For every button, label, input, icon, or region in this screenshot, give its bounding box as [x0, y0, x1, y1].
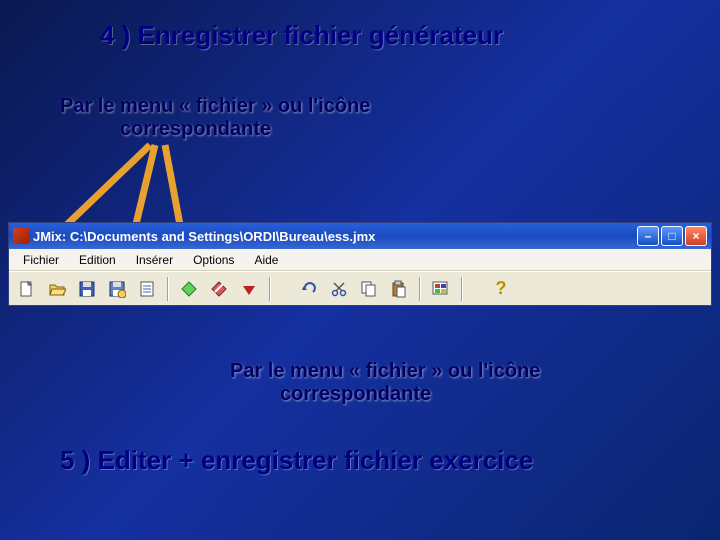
- step-5-text: 5 ) Editer + enregistrer fichier exercic…: [60, 445, 533, 476]
- edit-question-button[interactable]: [205, 275, 233, 303]
- toolbar-separator: [461, 277, 463, 301]
- paste-button[interactable]: [385, 275, 413, 303]
- close-button[interactable]: ×: [685, 226, 707, 246]
- toolbar-separator: [419, 277, 421, 301]
- menu-fichier[interactable]: Fichier: [13, 251, 69, 269]
- floppy-save-as-icon: [108, 280, 126, 298]
- scissors-icon: [330, 280, 348, 298]
- preview-button[interactable]: [427, 275, 455, 303]
- floppy-save-icon: [78, 280, 96, 298]
- cut-button[interactable]: [325, 275, 353, 303]
- new-file-button[interactable]: [13, 275, 41, 303]
- slide-title: 4 ) Enregistrer fichier générateur: [100, 20, 503, 51]
- caption-top: Par le menu « fichier » ou l'icône corre…: [60, 95, 460, 141]
- down-arrow-icon: [240, 280, 258, 298]
- caption-top-line2: correspondante: [120, 118, 460, 141]
- help-button[interactable]: ?: [487, 275, 515, 303]
- export-text-button[interactable]: [133, 275, 161, 303]
- down-arrow-button[interactable]: [235, 275, 263, 303]
- add-question-button[interactable]: [175, 275, 203, 303]
- app-icon: [13, 228, 29, 244]
- page-text-icon: [138, 280, 156, 298]
- application-window: JMix: C:\Documents and Settings\ORDI\Bur…: [8, 222, 712, 306]
- help-icon: ?: [496, 278, 507, 299]
- menu-bar: Fichier Edition Insérer Options Aide: [9, 249, 711, 271]
- caption-bottom-line2: correspondante: [280, 383, 630, 406]
- menu-aide[interactable]: Aide: [244, 251, 288, 269]
- maximize-button[interactable]: □: [661, 226, 683, 246]
- caption-bottom-line1: Par le menu « fichier » ou l'icône: [230, 360, 630, 383]
- diamond-add-icon: [180, 280, 198, 298]
- toolbar: ?: [9, 271, 711, 305]
- menu-inserer[interactable]: Insérer: [126, 251, 183, 269]
- diamond-edit-icon: [210, 280, 228, 298]
- copy-button[interactable]: [355, 275, 383, 303]
- open-folder-icon: [48, 280, 66, 298]
- menu-options[interactable]: Options: [183, 251, 244, 269]
- toolbar-separator: [269, 277, 271, 301]
- open-file-button[interactable]: [43, 275, 71, 303]
- window-titlebar: JMix: C:\Documents and Settings\ORDI\Bur…: [9, 223, 711, 249]
- window-title-text: JMix: C:\Documents and Settings\ORDI\Bur…: [33, 229, 635, 244]
- preview-export-icon: [431, 280, 451, 298]
- new-file-icon: [18, 280, 36, 298]
- save-file-button[interactable]: [73, 275, 101, 303]
- copy-icon: [360, 280, 378, 298]
- undo-button[interactable]: [295, 275, 323, 303]
- menu-edition[interactable]: Edition: [69, 251, 126, 269]
- undo-icon: [300, 280, 318, 298]
- paste-icon: [390, 280, 408, 298]
- caption-top-line1: Par le menu « fichier » ou l'icône: [60, 95, 460, 118]
- caption-bottom: Par le menu « fichier » ou l'icône corre…: [230, 360, 630, 406]
- minimize-button[interactable]: –: [637, 226, 659, 246]
- save-as-button[interactable]: [103, 275, 131, 303]
- toolbar-separator: [167, 277, 169, 301]
